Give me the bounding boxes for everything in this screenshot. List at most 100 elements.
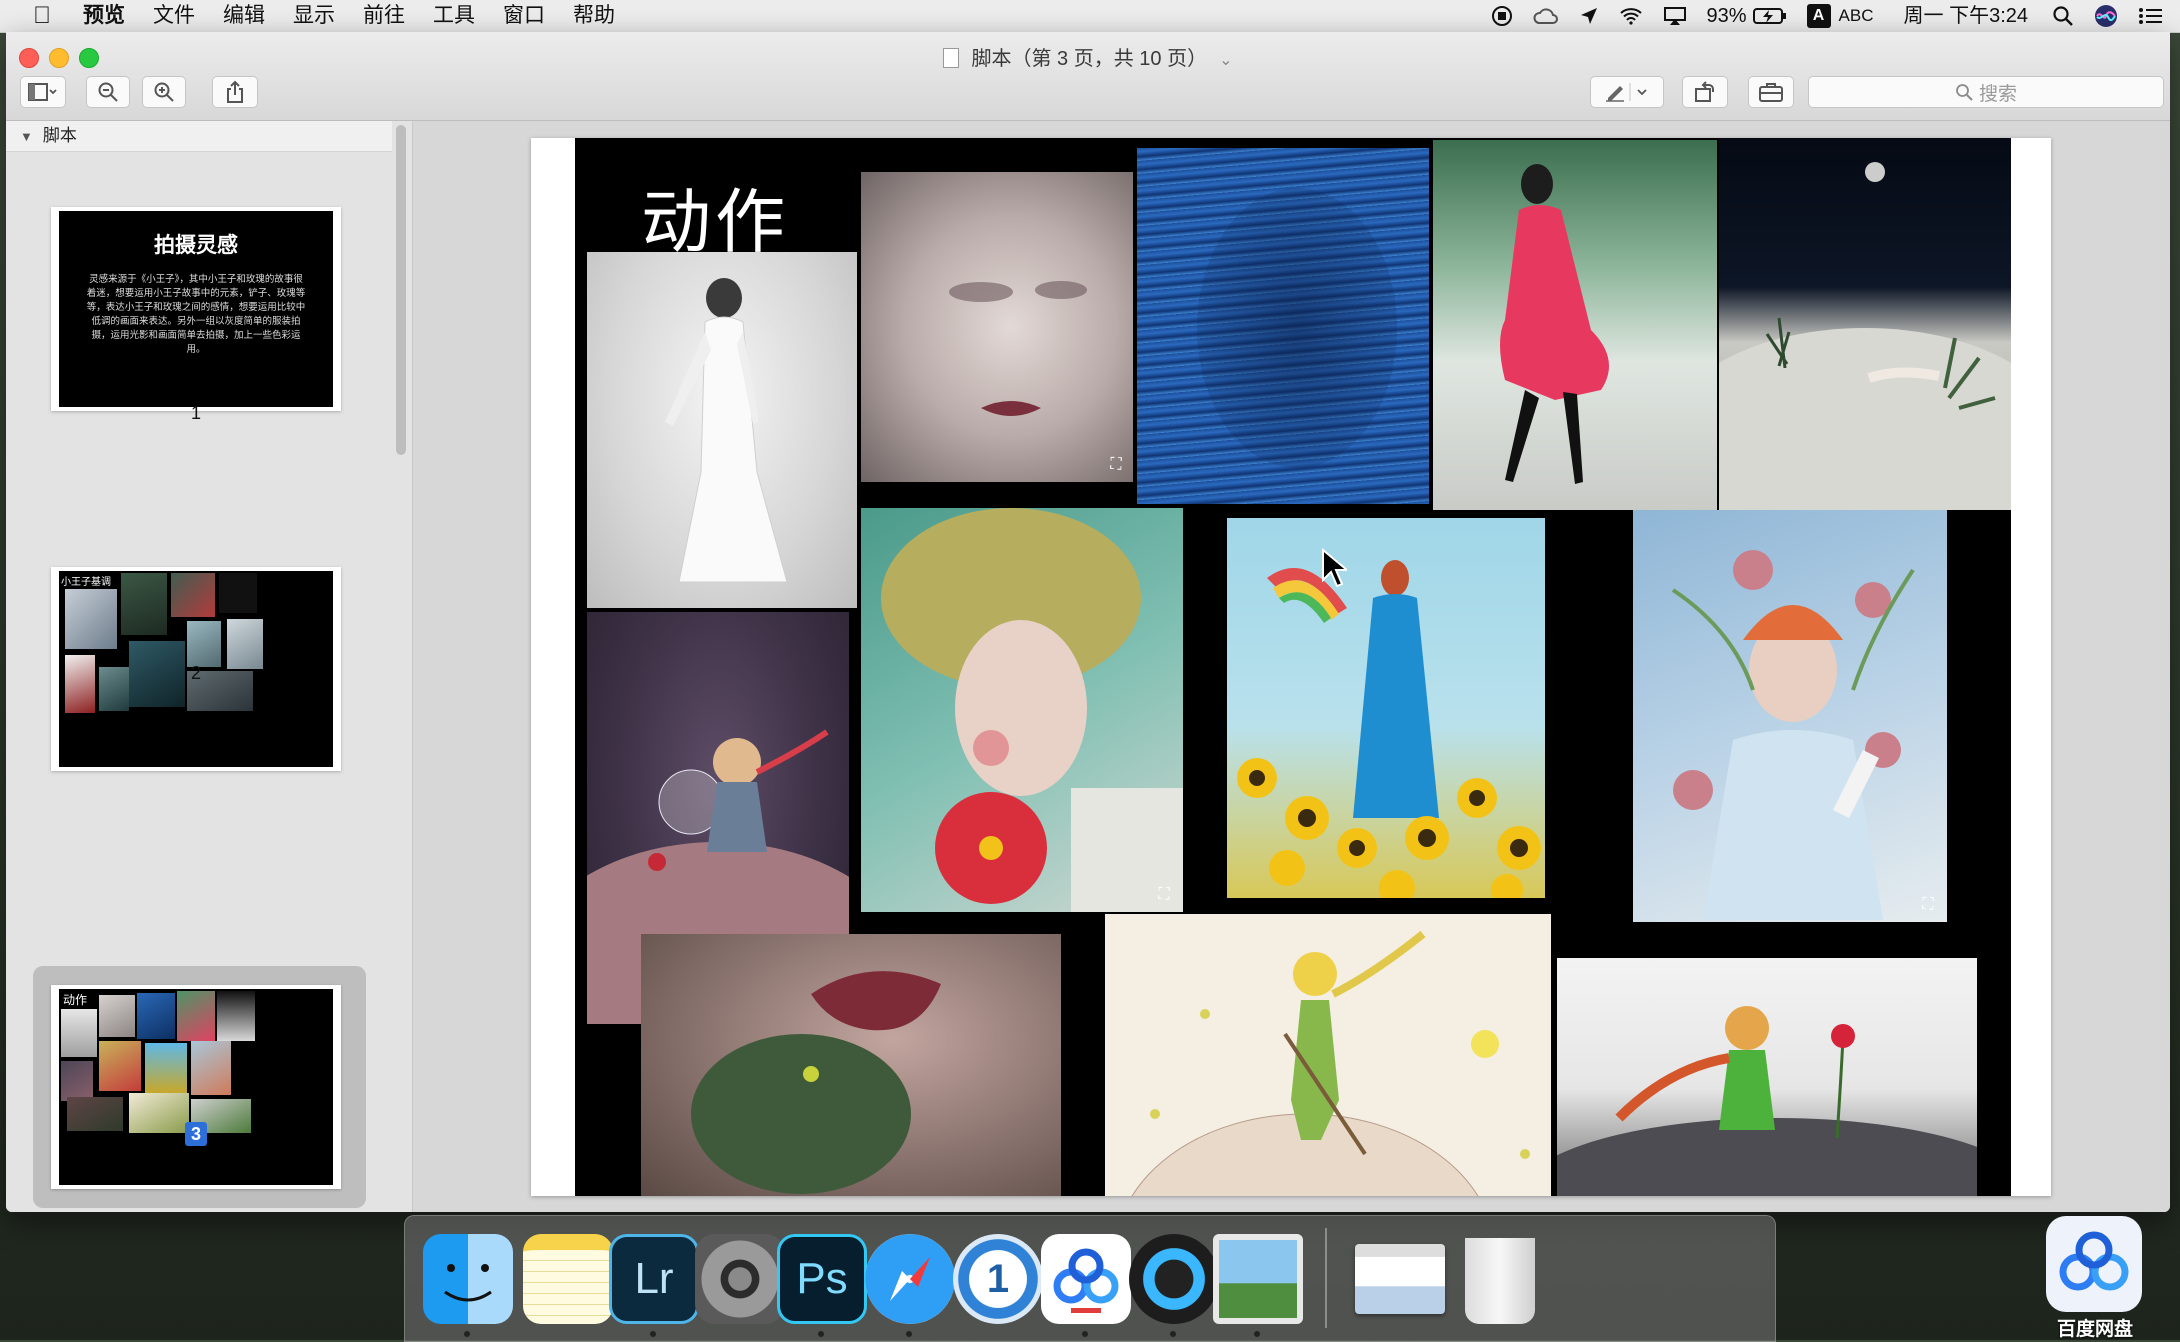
dock-running-indicator — [1082, 1331, 1088, 1337]
photoshop-icon-text: Ps — [796, 1254, 848, 1303]
thumbnail-3-collage: 动作 — [59, 989, 333, 1185]
photo-pale-face: ⛶ — [861, 172, 1133, 482]
photo-little-prince-drawing — [1105, 914, 1551, 1196]
desktop-baidu-label: 百度网盘 — [2056, 1319, 2133, 1340]
window-title-area[interactable]: 脚本（第 3 页，共 10 页） ⌄ — [6, 42, 2170, 71]
lightroom-icon-text: Lr — [634, 1254, 674, 1303]
dock-baidu-netdisk[interactable] — [1041, 1234, 1131, 1324]
menu-edit[interactable]: 编辑 — [223, 0, 265, 32]
desktop-baidu-netdisk[interactable] — [2046, 1216, 2142, 1312]
moodboard: 动作 ⛶ ⛶ ⛶ — [575, 138, 2011, 1196]
dock-notes[interactable] — [523, 1234, 613, 1324]
sidebar-scrollbar[interactable] — [396, 125, 406, 455]
window-title: 脚本（第 3 页，共 10 页） — [971, 48, 1208, 70]
expand-icon: ⛶ — [1158, 886, 1170, 903]
battery-percent: 93% — [1706, 5, 1747, 27]
dock-1password[interactable]: 1 — [953, 1234, 1043, 1324]
dock-running-indicator — [464, 1331, 470, 1337]
menubar-clock[interactable]: 周一 下午3:24 — [1904, 0, 2028, 32]
menu-window[interactable]: 窗口 — [503, 0, 545, 32]
photo-desert-moon — [1719, 138, 2011, 510]
dock-quicktime[interactable] — [1129, 1234, 1219, 1324]
photo-curls-red-flower: ⛶ — [861, 508, 1183, 912]
menu-tools[interactable]: 工具 — [433, 0, 475, 32]
thumbnail-1-title: 拍摄灵感 — [154, 234, 238, 257]
dock: Lr Ps 1 — [404, 1215, 1776, 1342]
disclosure-triangle-icon[interactable]: ▼ — [20, 122, 33, 152]
zoom-in-button[interactable] — [142, 76, 186, 108]
thumbnail-1-content: 拍摄灵感 灵感来源于《小王子》，其中小王子和玫瑰的故事很着迷，想要运用小王子故事… — [59, 211, 333, 407]
dock-safari[interactable] — [865, 1234, 955, 1324]
dock-screenshot-window[interactable] — [1355, 1244, 1445, 1314]
title-chevron-icon[interactable]: ⌄ — [1219, 52, 1232, 69]
dock-system-preferences[interactable] — [695, 1234, 785, 1324]
menu-bar:  预览 文件 编辑 显示 前往 工具 窗口 帮助 93% A ABC 周一 下… — [0, 0, 2180, 33]
dock-finder[interactable] — [423, 1234, 513, 1324]
page-number-3: 3 — [185, 1122, 207, 1146]
rotate-icon — [1695, 81, 1714, 102]
photo-sunflower-field — [1227, 518, 1545, 898]
preview-window: 脚本（第 3 页，共 10 页） ⌄ 搜索 ▼ 脚本 拍摄灵感 灵感来源于《小王… — [6, 32, 2170, 1212]
page-number-2: 2 — [190, 663, 201, 683]
markup-button[interactable] — [1590, 76, 1664, 108]
dock-running-indicator — [818, 1331, 824, 1337]
pen-icon — [1606, 83, 1647, 102]
baidu-netdisk-icon — [1053, 1248, 1119, 1313]
input-source-icon[interactable]: A — [1806, 4, 1831, 28]
thumbnail-sidebar: ▼ 脚本 拍摄灵感 灵感来源于《小王子》，其中小王子和玫瑰的故事很着迷，想要运用小… — [6, 121, 413, 1212]
location-arrow-icon[interactable] — [1579, 0, 1599, 32]
page-thumbnail-1[interactable]: 拍摄灵感 灵感来源于《小王子》，其中小王子和玫瑰的故事很着迷，想要运用小王子故事… — [51, 207, 341, 411]
dock-photoshop[interactable]: Ps — [777, 1234, 867, 1324]
search-icon — [1956, 84, 1973, 101]
dock-running-indicator — [906, 1331, 912, 1337]
document-view[interactable]: 动作 ⛶ ⛶ ⛶ — [413, 121, 2170, 1212]
mouse-cursor-icon — [1322, 548, 1347, 588]
page-number-1: 1 — [190, 403, 201, 423]
spotlight-search-icon[interactable] — [2052, 0, 2074, 32]
expand-icon: ⛶ — [1922, 896, 1934, 913]
menu-go[interactable]: 前往 — [363, 0, 405, 32]
thumbnail-1-body: 灵感来源于《小王子》，其中小王子和玫瑰的故事很着迷，想要运用小王子故事中的元素，… — [86, 274, 306, 355]
pdf-page-3: 动作 ⛶ ⛶ ⛶ — [531, 138, 2051, 1196]
apple-menu-icon[interactable]:  — [27, 0, 57, 32]
record-stop-icon[interactable] — [1491, 0, 1513, 32]
photo-lips-bird — [641, 934, 1061, 1196]
menu-help[interactable]: 帮助 — [573, 0, 615, 32]
sidebar-toggle-button[interactable] — [20, 76, 66, 108]
dock-divider — [1325, 1228, 1327, 1328]
page-thumbnail-3[interactable]: 动作 — [51, 985, 341, 1189]
dock-lightroom[interactable]: Lr — [609, 1234, 699, 1324]
document-group-header[interactable]: ▼ 脚本 — [6, 121, 392, 152]
notification-center-icon[interactable] — [2138, 0, 2162, 32]
input-method-label[interactable]: ABC — [1839, 0, 1874, 32]
search-field[interactable]: 搜索 — [1808, 76, 2164, 108]
share-icon — [227, 80, 243, 103]
toolbox-button[interactable] — [1748, 76, 1794, 108]
dock-trash[interactable] — [1465, 1238, 1535, 1324]
search-placeholder: 搜索 — [1978, 83, 2017, 105]
thumbnail-2-title: 小王子基调 — [61, 577, 111, 588]
menu-file[interactable]: 文件 — [153, 0, 195, 32]
safari-compass-icon — [890, 1257, 930, 1301]
share-button[interactable] — [212, 76, 258, 108]
wifi-icon[interactable] — [1619, 0, 1643, 32]
siri-icon[interactable] — [2094, 0, 2118, 32]
battery-charging-icon[interactable] — [1752, 0, 1787, 32]
toolbox-icon — [1759, 83, 1783, 102]
creative-cloud-icon[interactable] — [1533, 0, 1559, 32]
finder-icon — [444, 1264, 492, 1302]
photo-pink-dress — [1433, 140, 1717, 510]
dock-running-indicator — [650, 1331, 656, 1337]
menu-app-name[interactable]: 预览 — [83, 0, 125, 32]
zoom-out-button[interactable] — [86, 76, 130, 108]
photo-roses-hands: ⛶ — [1633, 510, 1947, 922]
airplay-icon[interactable] — [1663, 0, 1687, 32]
dock-preview[interactable] — [1213, 1234, 1303, 1324]
zoom-in-icon — [154, 82, 174, 102]
dock-running-indicator — [1170, 1331, 1176, 1337]
dock-running-indicator — [1254, 1331, 1260, 1337]
document-icon — [943, 48, 960, 68]
1password-icon-text: 1 — [986, 1256, 1010, 1301]
rotate-button[interactable] — [1682, 76, 1728, 108]
menu-view[interactable]: 显示 — [293, 0, 335, 32]
